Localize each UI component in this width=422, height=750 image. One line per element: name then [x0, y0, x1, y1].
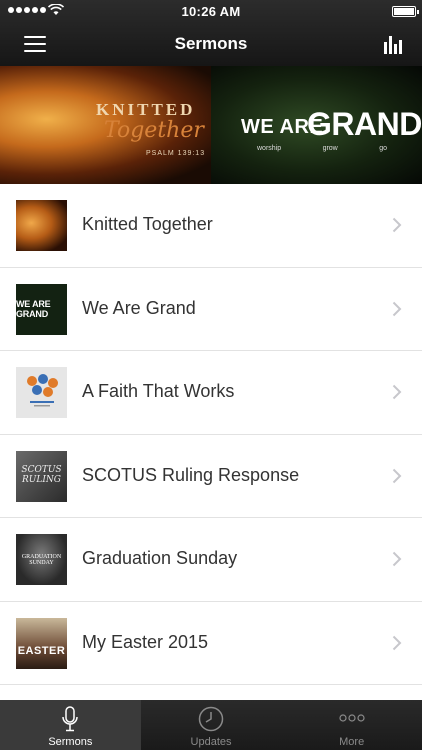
tab-label: Sermons — [48, 736, 93, 748]
list-item[interactable]: SCOTUS RULING SCOTUS Ruling Response — [0, 434, 422, 518]
navigation-bar: Sermons — [0, 22, 422, 66]
sermon-title: We Are Grand — [82, 297, 196, 318]
battery-icon — [392, 6, 419, 17]
sermon-thumbnail: GRADUATION SUNDAY — [16, 534, 67, 585]
gears-icon — [27, 374, 58, 407]
sermon-thumbnail: EASTER — [16, 617, 67, 669]
banner-right-tags: worship grow go — [257, 145, 387, 152]
sermon-thumbnail: SCOTUS RULING — [16, 450, 67, 502]
sermon-title: Knitted Together — [82, 214, 213, 234]
sermon-title: My Easter 2015 — [82, 631, 209, 652]
chevron-right-icon — [392, 217, 402, 233]
tab-bar: Sermons Updates More — [0, 700, 422, 750]
clock-icon — [198, 706, 224, 732]
chevron-right-icon — [392, 468, 402, 483]
list-item[interactable]: Knitted Together — [0, 184, 422, 268]
banner-right-word: GRAND — [307, 106, 422, 142]
top-bar: 10:26 AM Sermons — [0, 0, 422, 66]
sermon-thumbnail: WE ARE GRAND — [16, 283, 67, 335]
chevron-right-icon — [392, 635, 402, 650]
tab-label: More — [339, 736, 365, 748]
tab-updates[interactable]: Updates — [141, 700, 282, 750]
sermon-list: Knitted Together WE ARE GRAND We Are Gra… — [0, 184, 422, 700]
sermon-title: SCOTUS Ruling Response — [82, 464, 300, 485]
list-item[interactable]: EASTER My Easter 2015 — [0, 601, 422, 685]
tab-sermons[interactable]: Sermons — [0, 700, 141, 750]
banner-tag: grow — [322, 145, 338, 152]
tab-more[interactable]: More — [281, 700, 422, 750]
banner-left-title: KNITTED — [96, 100, 196, 119]
banner-knitted-together[interactable]: KNITTED Together PSALM 139:13 — [0, 66, 211, 184]
chevron-right-icon — [392, 384, 402, 400]
banner-left-reference: PSALM 139:13 — [146, 150, 206, 157]
banner-we-are-grand[interactable]: WE ARE GRAND worship grow go — [211, 66, 422, 184]
bar-chart-icon[interactable] — [384, 34, 404, 54]
banner-tag: worship — [257, 145, 282, 152]
tab-label: Updates — [190, 736, 232, 748]
sermon-title: Graduation Sunday — [82, 548, 238, 568]
sermon-title: A Faith That Works — [82, 381, 235, 401]
sermon-series-banner: KNITTED Together PSALM 139:13 WE ARE GRA… — [0, 66, 422, 184]
chevron-right-icon — [392, 551, 402, 567]
chevron-right-icon — [392, 301, 402, 316]
banner-tag: go — [379, 145, 387, 152]
page-title: Sermons — [174, 34, 248, 53]
status-bar: 10:26 AM — [0, 0, 422, 22]
more-dots-icon — [339, 714, 365, 722]
status-time: 10:26 AM — [181, 4, 241, 19]
sermon-thumbnail — [16, 200, 67, 251]
microphone-icon — [62, 706, 79, 732]
list-item[interactable]: GRADUATION SUNDAY Graduation Sunday — [0, 518, 422, 602]
banner-left-subtitle: Together — [104, 118, 204, 143]
list-item[interactable]: A Faith That Works — [0, 351, 422, 435]
list-item[interactable]: WE ARE GRAND We Are Grand — [0, 267, 422, 351]
sermon-thumbnail — [16, 367, 67, 418]
